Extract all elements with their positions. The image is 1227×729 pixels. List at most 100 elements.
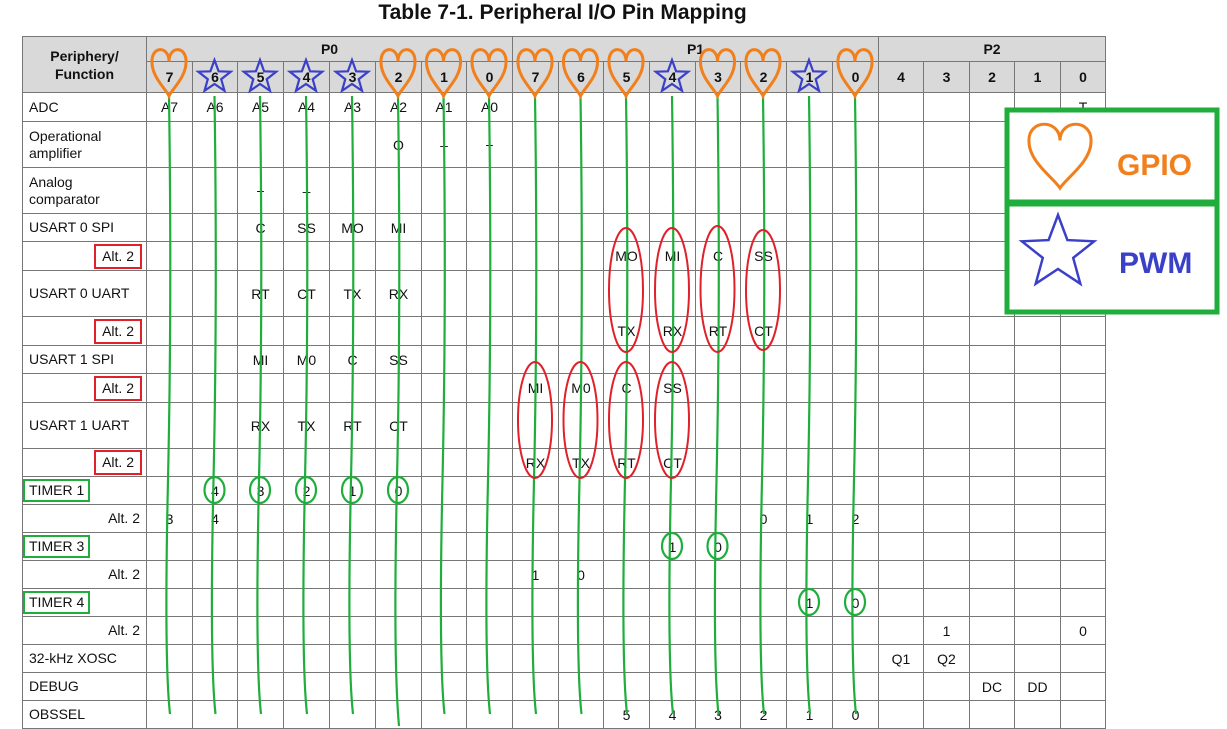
table-cell: [512, 504, 559, 533]
table-cell: [283, 241, 330, 271]
table-cell: [786, 373, 833, 403]
table-cell: [192, 316, 238, 346]
table-cell: [283, 504, 330, 533]
table-cell: [832, 616, 879, 645]
row-label: USART 0 SPI: [22, 213, 147, 242]
table-cell: –: [283, 167, 330, 214]
table-cell: [466, 345, 513, 374]
table-cell: [375, 167, 422, 214]
pin-header-p0-1: 1: [421, 61, 467, 93]
table-cell: [786, 644, 833, 673]
row-label: Alt. 2: [22, 448, 147, 477]
table-cell: [237, 121, 284, 168]
table-cell: [192, 700, 238, 729]
table-cell: [923, 448, 970, 477]
table-cell: [969, 448, 1015, 477]
table-cell: [832, 316, 879, 346]
table-cell: [466, 532, 513, 561]
table-cell: [603, 92, 650, 122]
table-cell: [421, 373, 467, 403]
table-cell: 1: [786, 700, 833, 729]
table-cell: [329, 504, 376, 533]
table-cell: [1014, 167, 1061, 214]
table-cell: [466, 241, 513, 271]
table-cell: [329, 616, 376, 645]
table-cell: [192, 373, 238, 403]
table-cell: [786, 476, 833, 505]
table-cell: [558, 167, 604, 214]
table-cell: [1014, 700, 1061, 729]
table-cell: [146, 316, 193, 346]
table-cell: [512, 92, 559, 122]
table-cell: [832, 560, 879, 589]
table-cell: [695, 345, 741, 374]
table-cell: [603, 532, 650, 561]
table-cell: [146, 448, 193, 477]
table-cell: [786, 92, 833, 122]
table-cell: 0: [375, 476, 422, 505]
table-cell: [649, 560, 696, 589]
table-cell: [375, 644, 422, 673]
table-cell: [192, 121, 238, 168]
table-cell: +: [466, 121, 513, 168]
table-cell: [375, 241, 422, 271]
table-cell: [1060, 672, 1106, 701]
table-cell: TX: [603, 316, 650, 346]
table-cell: [878, 213, 924, 242]
table-cell: RT: [695, 316, 741, 346]
table-cell: [923, 373, 970, 403]
table-cell: [969, 560, 1015, 589]
table-cell: [192, 448, 238, 477]
table-cell: [329, 560, 376, 589]
table-cell: [1014, 448, 1061, 477]
table-cell: [512, 316, 559, 346]
table-cell: [375, 560, 422, 589]
table-cell: [512, 167, 559, 214]
table-cell: [558, 270, 604, 317]
table-cell: [832, 92, 879, 122]
table-cell: [466, 588, 513, 617]
table-cell: [1014, 373, 1061, 403]
pin-header-p0-3: 3: [329, 61, 376, 93]
table-cell: [786, 448, 833, 477]
table-cell: CT: [649, 448, 696, 477]
row-label-text: Operational amplifier: [29, 127, 102, 161]
table-cell: [1060, 316, 1106, 346]
table-cell: [192, 402, 238, 449]
table-cell: [375, 316, 422, 346]
function-header: Periphery/ Function: [22, 36, 147, 93]
table-cell: A3: [329, 92, 376, 122]
table-cell: CT: [740, 316, 787, 346]
table-cell: [146, 644, 193, 673]
table-cell: [237, 448, 284, 477]
table-cell: [421, 700, 467, 729]
table-cell: [832, 532, 879, 561]
table-cell: [375, 700, 422, 729]
table-cell: [1014, 213, 1061, 242]
table-cell: [878, 560, 924, 589]
table-cell: [283, 560, 330, 589]
table-cell: [283, 121, 330, 168]
table-cell: [421, 345, 467, 374]
table-cell: [1014, 532, 1061, 561]
table-cell: [146, 121, 193, 168]
table-cell: [558, 316, 604, 346]
row-label-text: TIMER 3: [23, 535, 91, 558]
port-header-p2: P2: [878, 36, 1106, 62]
table-cell: MI: [237, 345, 284, 374]
table-cell: A1: [421, 92, 467, 122]
table-cell: [421, 448, 467, 477]
table-cell: [375, 532, 422, 561]
table-cell: [969, 532, 1015, 561]
table-cell: RX: [512, 448, 559, 477]
table-cell: [923, 504, 970, 533]
table-cell: 3: [695, 700, 741, 729]
table-cell: [878, 167, 924, 214]
table-cell: [649, 476, 696, 505]
table-cell: [878, 241, 924, 271]
table-cell: [512, 644, 559, 673]
table-cell: [740, 373, 787, 403]
table-cell: [740, 402, 787, 449]
table-cell: [237, 373, 284, 403]
table-cell: [558, 241, 604, 271]
